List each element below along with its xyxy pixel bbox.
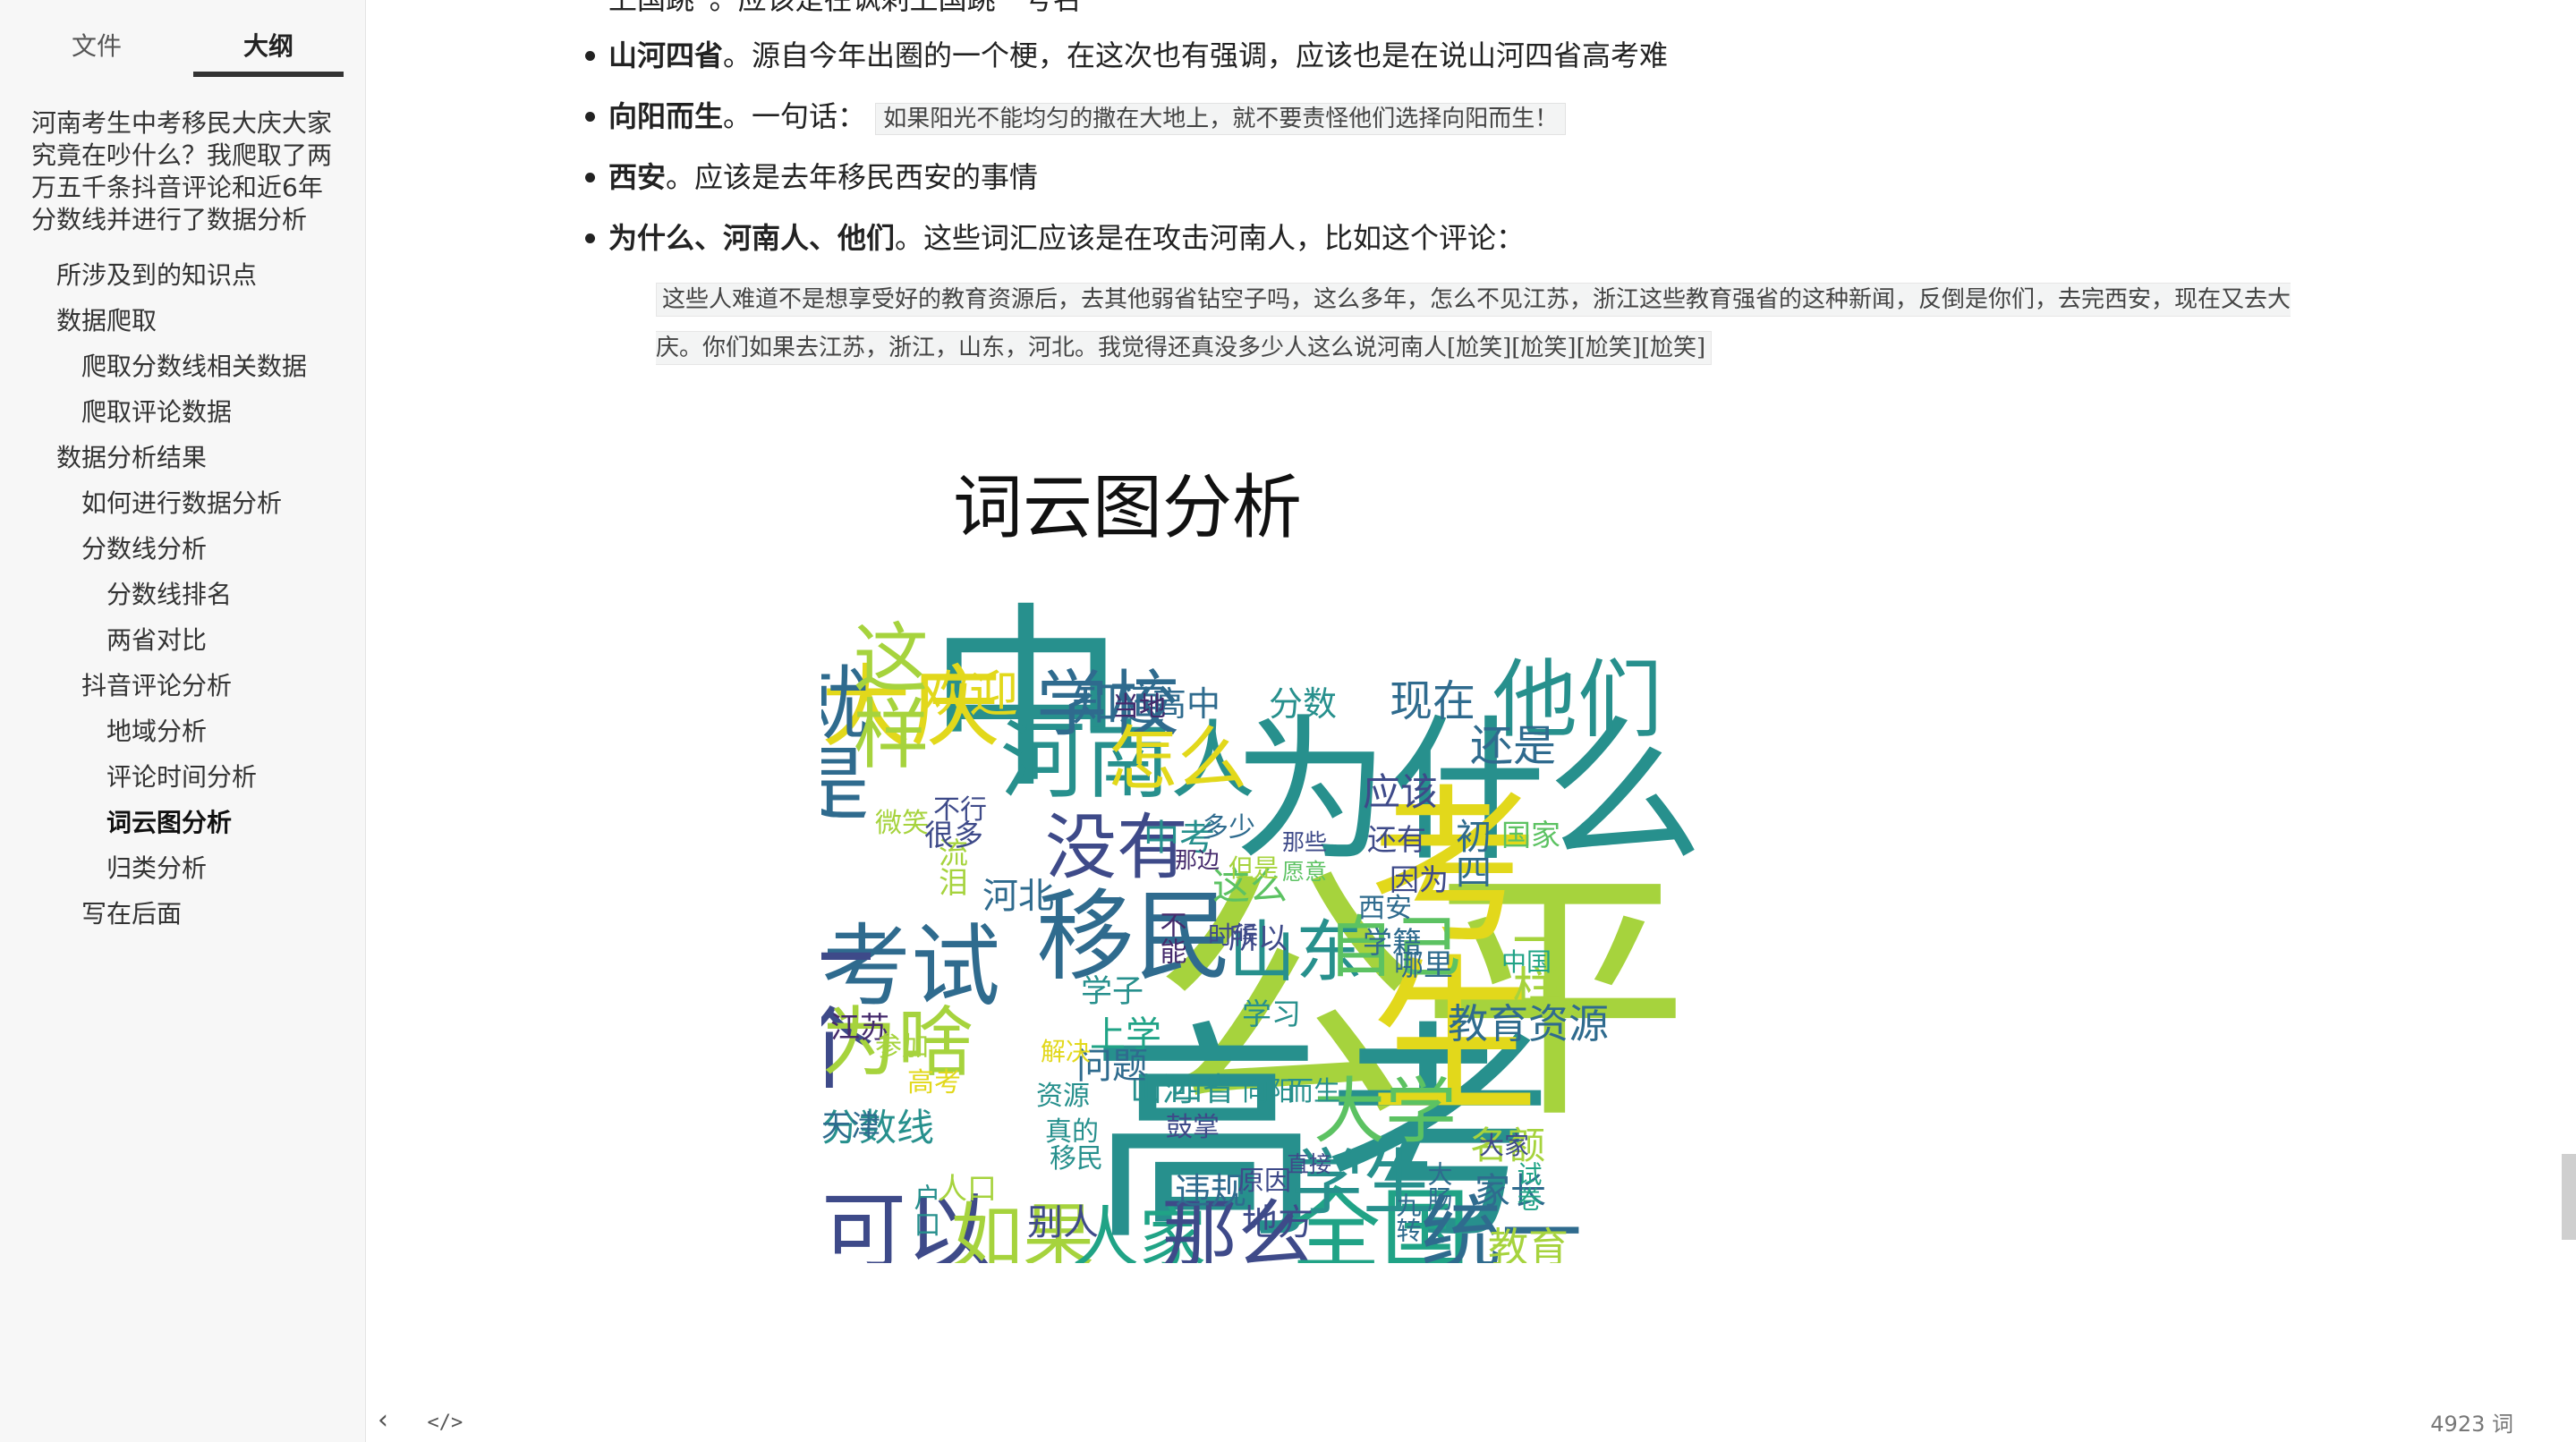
- wordcloud-word: 试卷: [1514, 1160, 1543, 1210]
- wordcloud-word: 资源: [1036, 1081, 1090, 1112]
- bullet-item: 山河四省。源自今年出圈的一个梗，在这次也有强调，应该也是在说山河四省高考难: [585, 25, 2308, 86]
- bullet-term: 向阳而生: [608, 99, 724, 133]
- outline-item[interactable]: 地域分析: [0, 708, 366, 754]
- wordcloud-word: 大肠: [1424, 1160, 1454, 1210]
- wordcloud-word: 地方: [1242, 1202, 1314, 1243]
- wordcloud-word: 现在: [1390, 676, 1475, 726]
- wordcloud-word: 九转: [1393, 1192, 1423, 1242]
- wordcloud-word: 河北: [982, 876, 1054, 917]
- sidebar-tabs: 文件 大纲: [0, 0, 366, 81]
- tab-file[interactable]: 文件: [72, 27, 122, 63]
- outline-item[interactable]: 分数线排名: [0, 572, 366, 617]
- quoted-comment-text: 这些人难道不是想享受好的教育资源后，去其他弱省钻空子吗，这么多年，怎么不见江苏，…: [656, 283, 2291, 365]
- quoted-comment: 这些人难道不是想享受好的教育资源后，去其他弱省钻空子吗，这么多年，怎么不见江苏，…: [656, 276, 2293, 372]
- wordcloud-word: 直接: [1287, 1151, 1331, 1177]
- wordcloud-word: 天津: [821, 1108, 880, 1143]
- editor-content: 上国跳”。应该是在讽刺上国跳一号名 山河四省。源自今年出圈的一个梗，在这次也有强…: [367, 0, 2576, 1442]
- bullet-text: 。这些词汇应该是在攻击河南人，比如这个评论：: [895, 221, 1526, 255]
- wordcloud-word: 初四: [1450, 818, 1491, 889]
- active-tab-indicator: [193, 72, 344, 77]
- wordcloud-word: 违规: [1175, 1171, 1246, 1212]
- outline-item[interactable]: 词云图分析: [0, 800, 366, 845]
- outline-item-doc-title[interactable]: 河南考生中考移民大庆大家究竟在吵什么？我爬取了两万五千条抖音评论和近6年分数线并…: [0, 107, 366, 236]
- bullet-term: 山河四省: [608, 38, 724, 72]
- bullet-item: 西安。应该是去年移民西安的事情: [585, 147, 2308, 208]
- wordcloud-svg: 公平高考为什么考生移民中河南人学校 他们大庆就是这样考试一个为啥可以如果人家那么全…: [821, 595, 1703, 1263]
- wordcloud-word: 移民: [1050, 1143, 1103, 1175]
- bullet-term: 西安: [608, 160, 667, 194]
- wordcloud-title: 词云图分析: [952, 468, 1302, 548]
- outline-item[interactable]: 评论时间分析: [0, 754, 366, 800]
- outline-item[interactable]: 写在后面: [0, 891, 366, 937]
- wordcloud-word: 学习: [1242, 997, 1301, 1031]
- wordcloud-word: 多少: [1202, 812, 1255, 844]
- wordcloud-word: 不行: [933, 794, 987, 826]
- inline-code: 如果阳光不能均匀的撒在大地上，就不要责怪他们选择向阳而生！: [875, 103, 1567, 135]
- bullet-term: 为什么、河南人、他们: [608, 221, 896, 255]
- wordcloud-word: 大家: [1479, 1131, 1529, 1160]
- bullet-text: 。一句话：: [723, 99, 867, 133]
- status-bar-left: ‹ </>: [378, 1404, 493, 1436]
- wordcloud-word: 还是: [1470, 721, 1556, 771]
- wordcloud-word: 教育: [1488, 1224, 1569, 1263]
- wordcloud-word: 学子: [1081, 974, 1143, 1010]
- tab-outline[interactable]: 大纲: [243, 27, 293, 63]
- bullet-item: 为什么、河南人、他们。这些词汇应该是在攻击河南人，比如这个评论：: [585, 208, 2308, 268]
- wordcloud-word: 学籍: [1363, 925, 1422, 960]
- wordcloud-word: 国家: [1501, 818, 1560, 852]
- wordcloud-word: 分数: [1269, 684, 1337, 724]
- bullet-text: 。源自今年出圈的一个梗，在这次也有强调，应该也是在说山河四省高考难: [723, 38, 1669, 72]
- wordcloud-word: 别人: [1027, 1202, 1099, 1243]
- wordcloud-word: 不能: [1155, 911, 1186, 964]
- outline-list: 河南考生中考移民大庆大家究竟在吵什么？我爬取了两万五千条抖音评论和近6年分数线并…: [0, 107, 366, 937]
- cut-off-line: 上国跳”。应该是在讽刺上国跳一号名: [608, 0, 1082, 18]
- wordcloud-word: 教育资源: [1448, 1000, 1609, 1048]
- word-count: 4923 词: [2430, 1412, 2513, 1437]
- outline-item[interactable]: 分数线分析: [0, 526, 366, 572]
- wordcloud-word: 那些: [1282, 829, 1327, 855]
- outline-item[interactable]: 爬取分数线相关数据: [0, 344, 366, 389]
- wordcloud-word: 愿意: [1282, 859, 1327, 885]
- outline-sidebar: 文件 大纲 河南考生中考移民大庆大家究竟在吵什么？我爬取了两万五千条抖音评论和近…: [0, 0, 366, 1442]
- bullet-item: 向阳而生。一句话： 如果阳光不能均匀的撒在大地上，就不要责怪他们选择向阳而生！: [585, 86, 2308, 147]
- outline-item[interactable]: 所涉及到的知识点: [0, 252, 366, 298]
- wordcloud-word: 时候: [1208, 920, 1258, 950]
- wordcloud-word: 欢迎: [920, 666, 1018, 723]
- wordcloud-word: 中国: [1501, 947, 1552, 977]
- outline-item[interactable]: 抖音评论分析: [0, 663, 366, 708]
- code-icon[interactable]: </>: [428, 1412, 463, 1434]
- wordcloud-word: 西安: [1358, 893, 1412, 924]
- wordcloud-word: 原因: [1237, 1166, 1291, 1197]
- wordcloud-word: 当地: [1112, 691, 1166, 723]
- wordcloud-word: 但是: [1228, 853, 1279, 883]
- outline-item[interactable]: 爬取评论数据: [0, 389, 366, 435]
- outline-item[interactable]: 归类分析: [0, 845, 366, 891]
- wordcloud-word: 参加: [875, 1031, 929, 1063]
- wordcloud-word: 因为: [1390, 862, 1449, 897]
- wordcloud-word: 这样: [840, 618, 929, 770]
- outline-item[interactable]: 如何进行数据分析: [0, 480, 366, 526]
- wordcloud-word: 那边: [1175, 847, 1220, 873]
- bullet-text: 。应该是去年移民西安的事情: [666, 160, 1039, 194]
- wordcloud-word: 解决: [1041, 1037, 1091, 1066]
- wordcloud-word: 应该: [1363, 770, 1438, 814]
- bullet-list: 山河四省。源自今年出圈的一个梗，在这次也有强调，应该也是在说山河四省高考难 向阳…: [585, 25, 2308, 268]
- outline-item[interactable]: 数据爬取: [0, 298, 366, 344]
- outline-item[interactable]: 数据分析结果: [0, 435, 366, 480]
- chevron-left-icon[interactable]: ‹: [378, 1404, 388, 1436]
- wordcloud-word: 人口: [938, 1171, 997, 1206]
- wordcloud-word: 微笑: [875, 808, 929, 839]
- outline-item[interactable]: 两省对比: [0, 617, 366, 663]
- scrollbar-thumb[interactable]: [2562, 1154, 2576, 1240]
- wordcloud-word: 鼓掌: [1166, 1112, 1220, 1143]
- wordcloud-word: 户口: [909, 1183, 940, 1237]
- wordcloud-word: 四省: [1170, 1072, 1235, 1108]
- wordcloud-word: 还有: [1367, 822, 1426, 857]
- wordcloud-word: 高考: [907, 1067, 961, 1098]
- wordcloud-image: 公平 高考 为什么 考生 移民中河南人 学校 他们 大庆 就是 这样 考试 一个 为啥 可以 如果 人家 那么全…: [821, 595, 2146, 1263]
- wordcloud-word: 而生: [1287, 1076, 1340, 1107]
